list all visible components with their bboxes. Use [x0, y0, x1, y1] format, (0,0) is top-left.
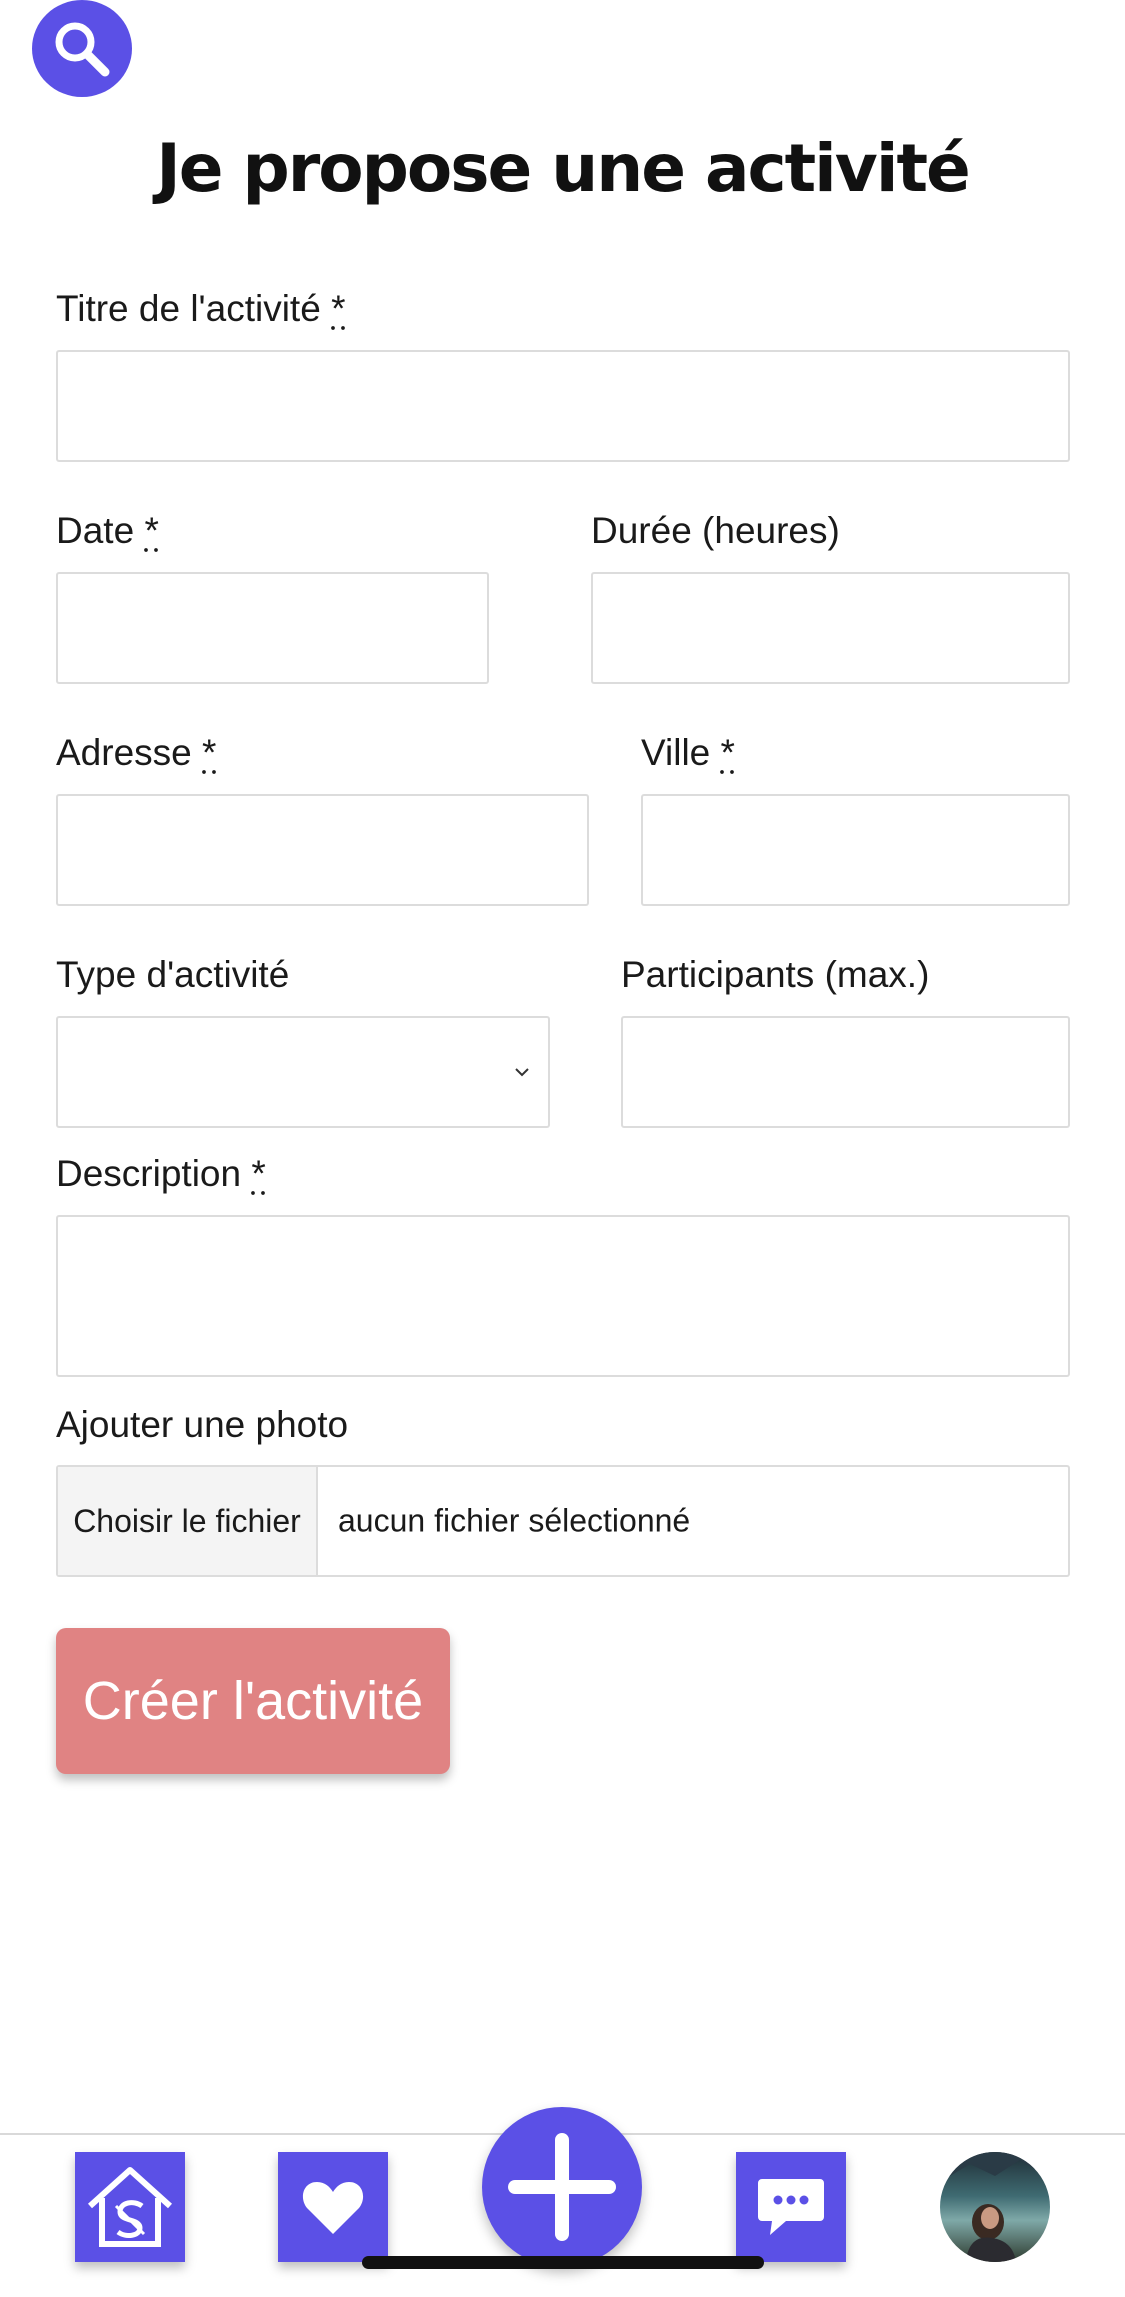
chevron-down-icon: [515, 1068, 529, 1077]
title-label: Titre de l'activité *: [56, 288, 346, 329]
description-label: Description *: [56, 1153, 266, 1194]
participants-input[interactable]: [621, 1016, 1070, 1128]
create-activity-button[interactable]: Créer l'activité: [56, 1628, 450, 1774]
required-mark: *: [202, 732, 217, 773]
description-textarea[interactable]: [56, 1215, 1070, 1377]
search-button[interactable]: [32, 0, 132, 97]
file-status: aucun fichier sélectionné: [338, 1502, 691, 1539]
date-label: Date *: [56, 510, 159, 551]
choose-file-button[interactable]: Choisir le fichier: [58, 1467, 318, 1575]
nav-home-button[interactable]: [75, 2152, 185, 2262]
address-label: Adresse *: [56, 732, 217, 773]
page-title: Je propose une activité: [156, 130, 971, 207]
type-label: Type d'activité: [56, 954, 290, 995]
duration-label: Durée (heures): [591, 510, 840, 551]
required-mark: *: [720, 732, 735, 773]
participants-label: Participants (max.): [621, 954, 930, 995]
title-input[interactable]: [56, 350, 1070, 462]
duration-input[interactable]: [591, 572, 1070, 684]
address-input[interactable]: [56, 794, 589, 906]
profile-avatar[interactable]: [940, 2152, 1050, 2262]
photo-label: Ajouter une photo: [56, 1404, 349, 1445]
required-mark: *: [331, 288, 346, 329]
type-select[interactable]: [56, 1016, 550, 1128]
plus-icon: [508, 2133, 616, 2241]
home-icon: [87, 2167, 173, 2247]
heart-icon: [302, 2182, 364, 2234]
date-input[interactable]: [56, 572, 489, 684]
home-indicator: [362, 2256, 764, 2269]
nav-add-button[interactable]: [482, 2107, 642, 2267]
avatar-photo: [940, 2152, 1050, 2262]
city-label: Ville *: [641, 732, 735, 773]
nav-favorites-button[interactable]: [278, 2152, 388, 2262]
chat-icon: [758, 2179, 824, 2235]
city-input[interactable]: [641, 794, 1070, 906]
search-icon: [55, 22, 110, 76]
required-mark: *: [251, 1153, 266, 1194]
nav-messages-button[interactable]: [736, 2152, 846, 2262]
required-mark: *: [144, 510, 159, 551]
photo-file-input[interactable]: Choisir le fichier aucun fichier sélecti…: [56, 1465, 1070, 1577]
